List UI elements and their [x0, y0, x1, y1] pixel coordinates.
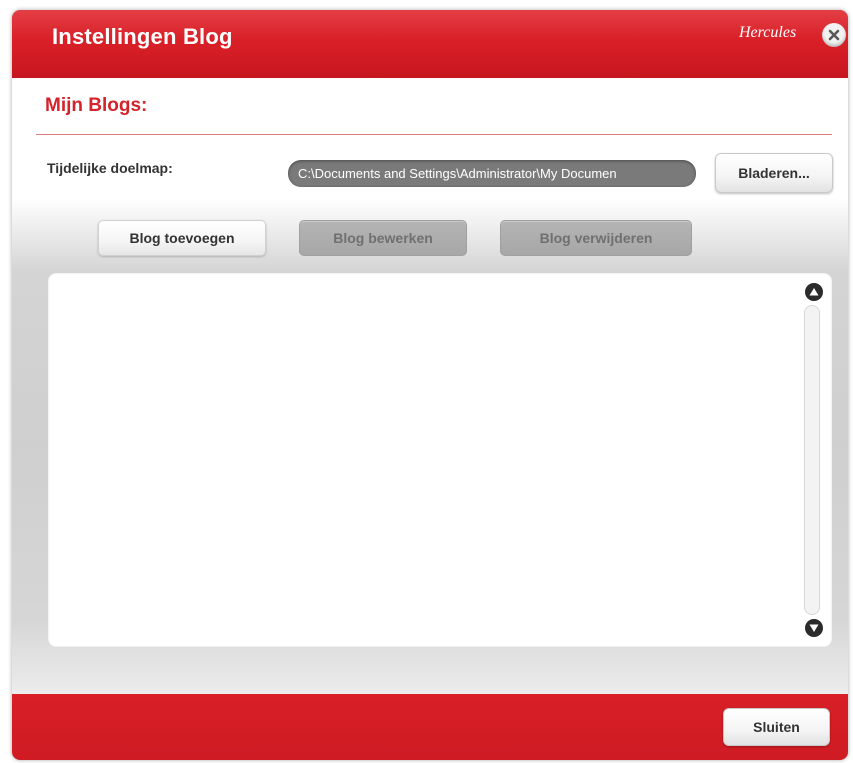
brand-logo: Hercules — [739, 24, 797, 41]
arrow-up-icon — [809, 288, 819, 296]
scrollbar-track[interactable] — [804, 305, 820, 615]
blog-settings-window: Instellingen Blog Hercules Mijn Blogs: T… — [12, 10, 848, 760]
blog-list[interactable] — [48, 273, 832, 647]
browse-button[interactable]: Bladeren... — [715, 153, 833, 193]
scroll-up-button[interactable] — [805, 283, 823, 301]
divider — [36, 134, 832, 135]
add-blog-button[interactable]: Blog toevoegen — [98, 220, 266, 256]
destination-folder-field[interactable]: C:\Documents and Settings\Administrator\… — [288, 160, 696, 187]
scroll-down-button[interactable] — [805, 619, 823, 637]
delete-blog-button[interactable]: Blog verwijderen — [500, 220, 692, 256]
title-bar: Instellingen Blog Hercules — [12, 10, 848, 78]
section-title: Mijn Blogs: — [45, 95, 148, 116]
close-button[interactable]: Sluiten — [723, 708, 830, 746]
window-title: Instellingen Blog — [52, 24, 233, 49]
close-icon — [828, 29, 840, 41]
close-window-button[interactable] — [822, 23, 846, 47]
destination-folder-label: Tijdelijke doelmap: — [47, 160, 173, 176]
arrow-down-icon — [809, 624, 819, 632]
edit-blog-button[interactable]: Blog bewerken — [299, 220, 467, 256]
